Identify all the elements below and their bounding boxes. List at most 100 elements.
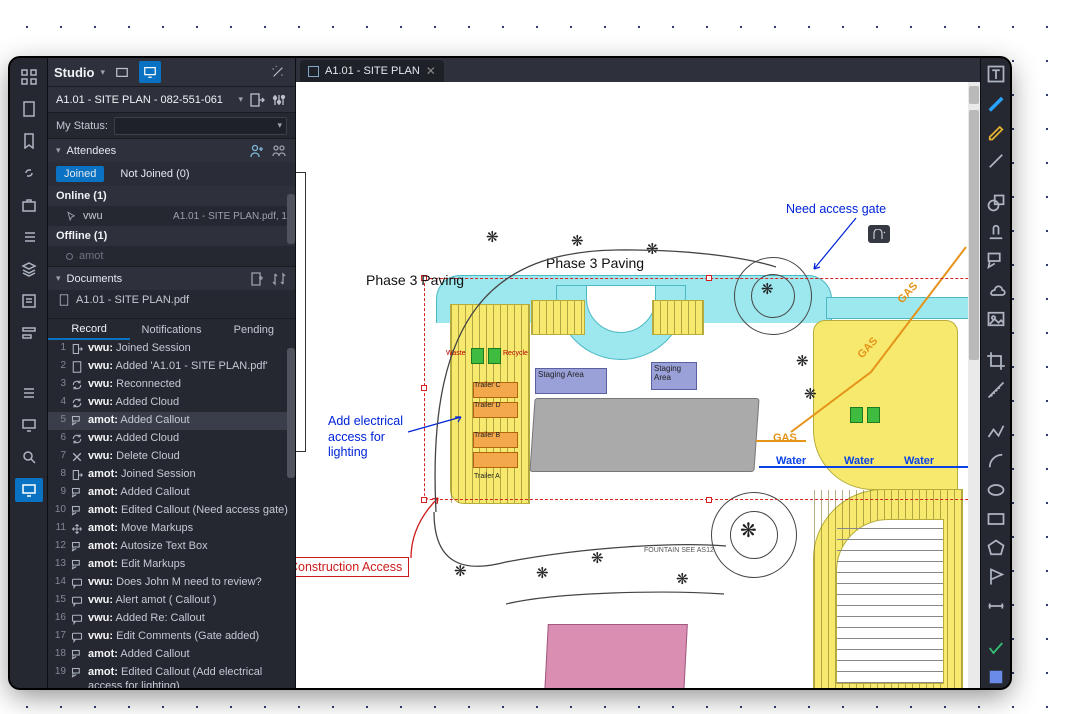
feed-row[interactable]: 19amot: Edited Callout (Add electrical a…: [48, 664, 295, 688]
handle[interactable]: [421, 385, 427, 391]
wand-icon[interactable]: [267, 61, 289, 83]
shapes-icon[interactable]: [986, 193, 1006, 213]
feed-row[interactable]: 17vwu: Edit Comments (Gate added): [48, 628, 295, 646]
page-icon[interactable]: [18, 98, 40, 120]
leave-icon[interactable]: [249, 92, 265, 108]
ellipse-icon[interactable]: [986, 480, 1006, 500]
feed-row[interactable]: 14vwu: Does John M need to review?: [48, 574, 295, 592]
feed-row[interactable]: 2vwu: Added 'A1.01 - SITE PLAN.pdf': [48, 358, 295, 376]
feed-row[interactable]: 9amot: Added Callout: [48, 484, 295, 502]
feed-row[interactable]: 11amot: Move Markups: [48, 520, 295, 538]
construction-arrow: [406, 492, 446, 562]
folder-icon[interactable]: [111, 61, 133, 83]
tab-record[interactable]: Record: [48, 319, 130, 340]
highlighter-icon[interactable]: [986, 122, 1006, 142]
feed-row[interactable]: 8amot: Joined Session: [48, 466, 295, 484]
feed-row[interactable]: 3vwu: Reconnected: [48, 376, 295, 394]
tab-not-joined[interactable]: Not Joined (0): [112, 166, 197, 182]
form-icon[interactable]: [18, 290, 40, 312]
tab-pending[interactable]: Pending: [213, 319, 295, 340]
attendee-row[interactable]: vwu A1.01 - SITE PLAN.pdf, 1: [48, 206, 295, 226]
feed-row[interactable]: 1vwu: Joined Session: [48, 340, 295, 358]
status-select[interactable]: ▾: [114, 117, 287, 135]
sort-icon[interactable]: [271, 271, 287, 287]
flag-icon[interactable]: [986, 567, 1006, 587]
feed-row[interactable]: 6vwu: Added Cloud: [48, 430, 295, 448]
tab-joined[interactable]: Joined: [56, 166, 104, 182]
feed-row[interactable]: 12amot: Autosize Text Box: [48, 538, 295, 556]
polyline-icon[interactable]: [986, 422, 1006, 442]
search-icon[interactable]: [18, 446, 40, 468]
tab-notifications[interactable]: Notifications: [130, 319, 212, 340]
vertical-scrollbar[interactable]: [968, 82, 980, 688]
polygon-icon[interactable]: [986, 538, 1006, 558]
feed-row[interactable]: 16vwu: Added Re: Callout: [48, 610, 295, 628]
feed-row[interactable]: 10amot: Edited Callout (Need access gate…: [48, 502, 295, 520]
feed-user: amot:: [88, 522, 118, 534]
arc-icon[interactable]: [986, 451, 1006, 471]
pen-tool-icon[interactable]: [986, 93, 1006, 113]
close-icon[interactable]: ✕: [426, 64, 436, 78]
feed-scrollbar[interactable]: [287, 348, 295, 478]
list-icon[interactable]: [18, 226, 40, 248]
feed-row[interactable]: 15vwu: Alert amot ( Callout ): [48, 592, 295, 610]
count-icon[interactable]: [986, 638, 1006, 658]
color-picker-icon[interactable]: [986, 667, 1006, 687]
callout-icon[interactable]: [986, 251, 1006, 271]
image-icon[interactable]: [986, 309, 1006, 329]
scroll-up-icon[interactable]: [969, 86, 979, 104]
text-tool-icon[interactable]: [986, 64, 1006, 84]
feed-user: vwu:: [88, 342, 113, 354]
case-icon[interactable]: [18, 194, 40, 216]
canvas[interactable]: ❋ ❋ Trailer C: [296, 82, 980, 688]
grid-icon[interactable]: [18, 66, 40, 88]
pdf-icon: [58, 294, 70, 306]
handle[interactable]: [706, 497, 712, 503]
chat-icon: [70, 630, 84, 644]
chevron-down-icon[interactable]: ▾: [238, 94, 243, 105]
panel-scrollbar[interactable]: [287, 194, 295, 244]
doc-tab[interactable]: A1.01 - SITE PLAN ✕: [300, 60, 444, 82]
dimension-icon[interactable]: [986, 596, 1006, 616]
measure-icon[interactable]: [986, 380, 1006, 400]
invite-icon[interactable]: [249, 143, 265, 159]
feed-row[interactable]: 7vwu: Delete Cloud: [48, 448, 295, 466]
line-tool-icon[interactable]: [986, 151, 1006, 171]
activity-feed[interactable]: 1vwu: Joined Session2vwu: Added 'A1.01 -…: [48, 340, 295, 688]
properties-icon[interactable]: [18, 382, 40, 404]
project-name: A1.01 - SITE PLAN - 082-551-061: [56, 94, 232, 106]
stamp-icon[interactable]: [986, 222, 1006, 242]
rect-icon[interactable]: [986, 509, 1006, 529]
session-icon[interactable]: [139, 61, 161, 83]
align-icon[interactable]: [18, 322, 40, 344]
feed-row[interactable]: 13amot: Edit Markups: [48, 556, 295, 574]
chevron-down-icon[interactable]: ▾: [100, 67, 105, 78]
attendees-header[interactable]: ▾ Attendees: [48, 138, 295, 162]
attendee-row[interactable]: amot: [48, 246, 295, 266]
layers-icon[interactable]: [18, 258, 40, 280]
feed-message: Added Cloud: [116, 396, 180, 408]
callout-gate[interactable]: Need access gate: [786, 202, 886, 216]
add-doc-icon[interactable]: [249, 271, 265, 287]
scroll-thumb[interactable]: [969, 110, 979, 360]
links-icon[interactable]: [18, 162, 40, 184]
documents-header[interactable]: ▾ Documents: [48, 266, 295, 290]
panel-header: Studio ▾: [48, 58, 295, 86]
feed-row[interactable]: 4vwu: Added Cloud: [48, 394, 295, 412]
callout-electrical[interactable]: Add electrical access for lighting: [328, 414, 403, 461]
callout-construction[interactable]: Construction Access: [296, 557, 409, 577]
tree-icon: ❋: [676, 570, 689, 588]
settings-icon[interactable]: [271, 92, 287, 108]
project-row[interactable]: A1.01 - SITE PLAN - 082-551-061 ▾: [48, 86, 295, 112]
cloud-icon[interactable]: [986, 280, 1006, 300]
tree-icon: ❋: [486, 228, 499, 246]
handle[interactable]: [706, 275, 712, 281]
feed-row[interactable]: 5amot: Added Callout: [48, 412, 295, 430]
feed-row[interactable]: 18amot: Added Callout: [48, 646, 295, 664]
manage-icon[interactable]: [271, 143, 287, 159]
monitor-icon[interactable]: [18, 414, 40, 436]
crop-icon[interactable]: [986, 351, 1006, 371]
document-row[interactable]: A1.01 - SITE PLAN.pdf: [48, 290, 295, 310]
studio-icon[interactable]: [15, 478, 43, 502]
bookmark-icon[interactable]: [18, 130, 40, 152]
